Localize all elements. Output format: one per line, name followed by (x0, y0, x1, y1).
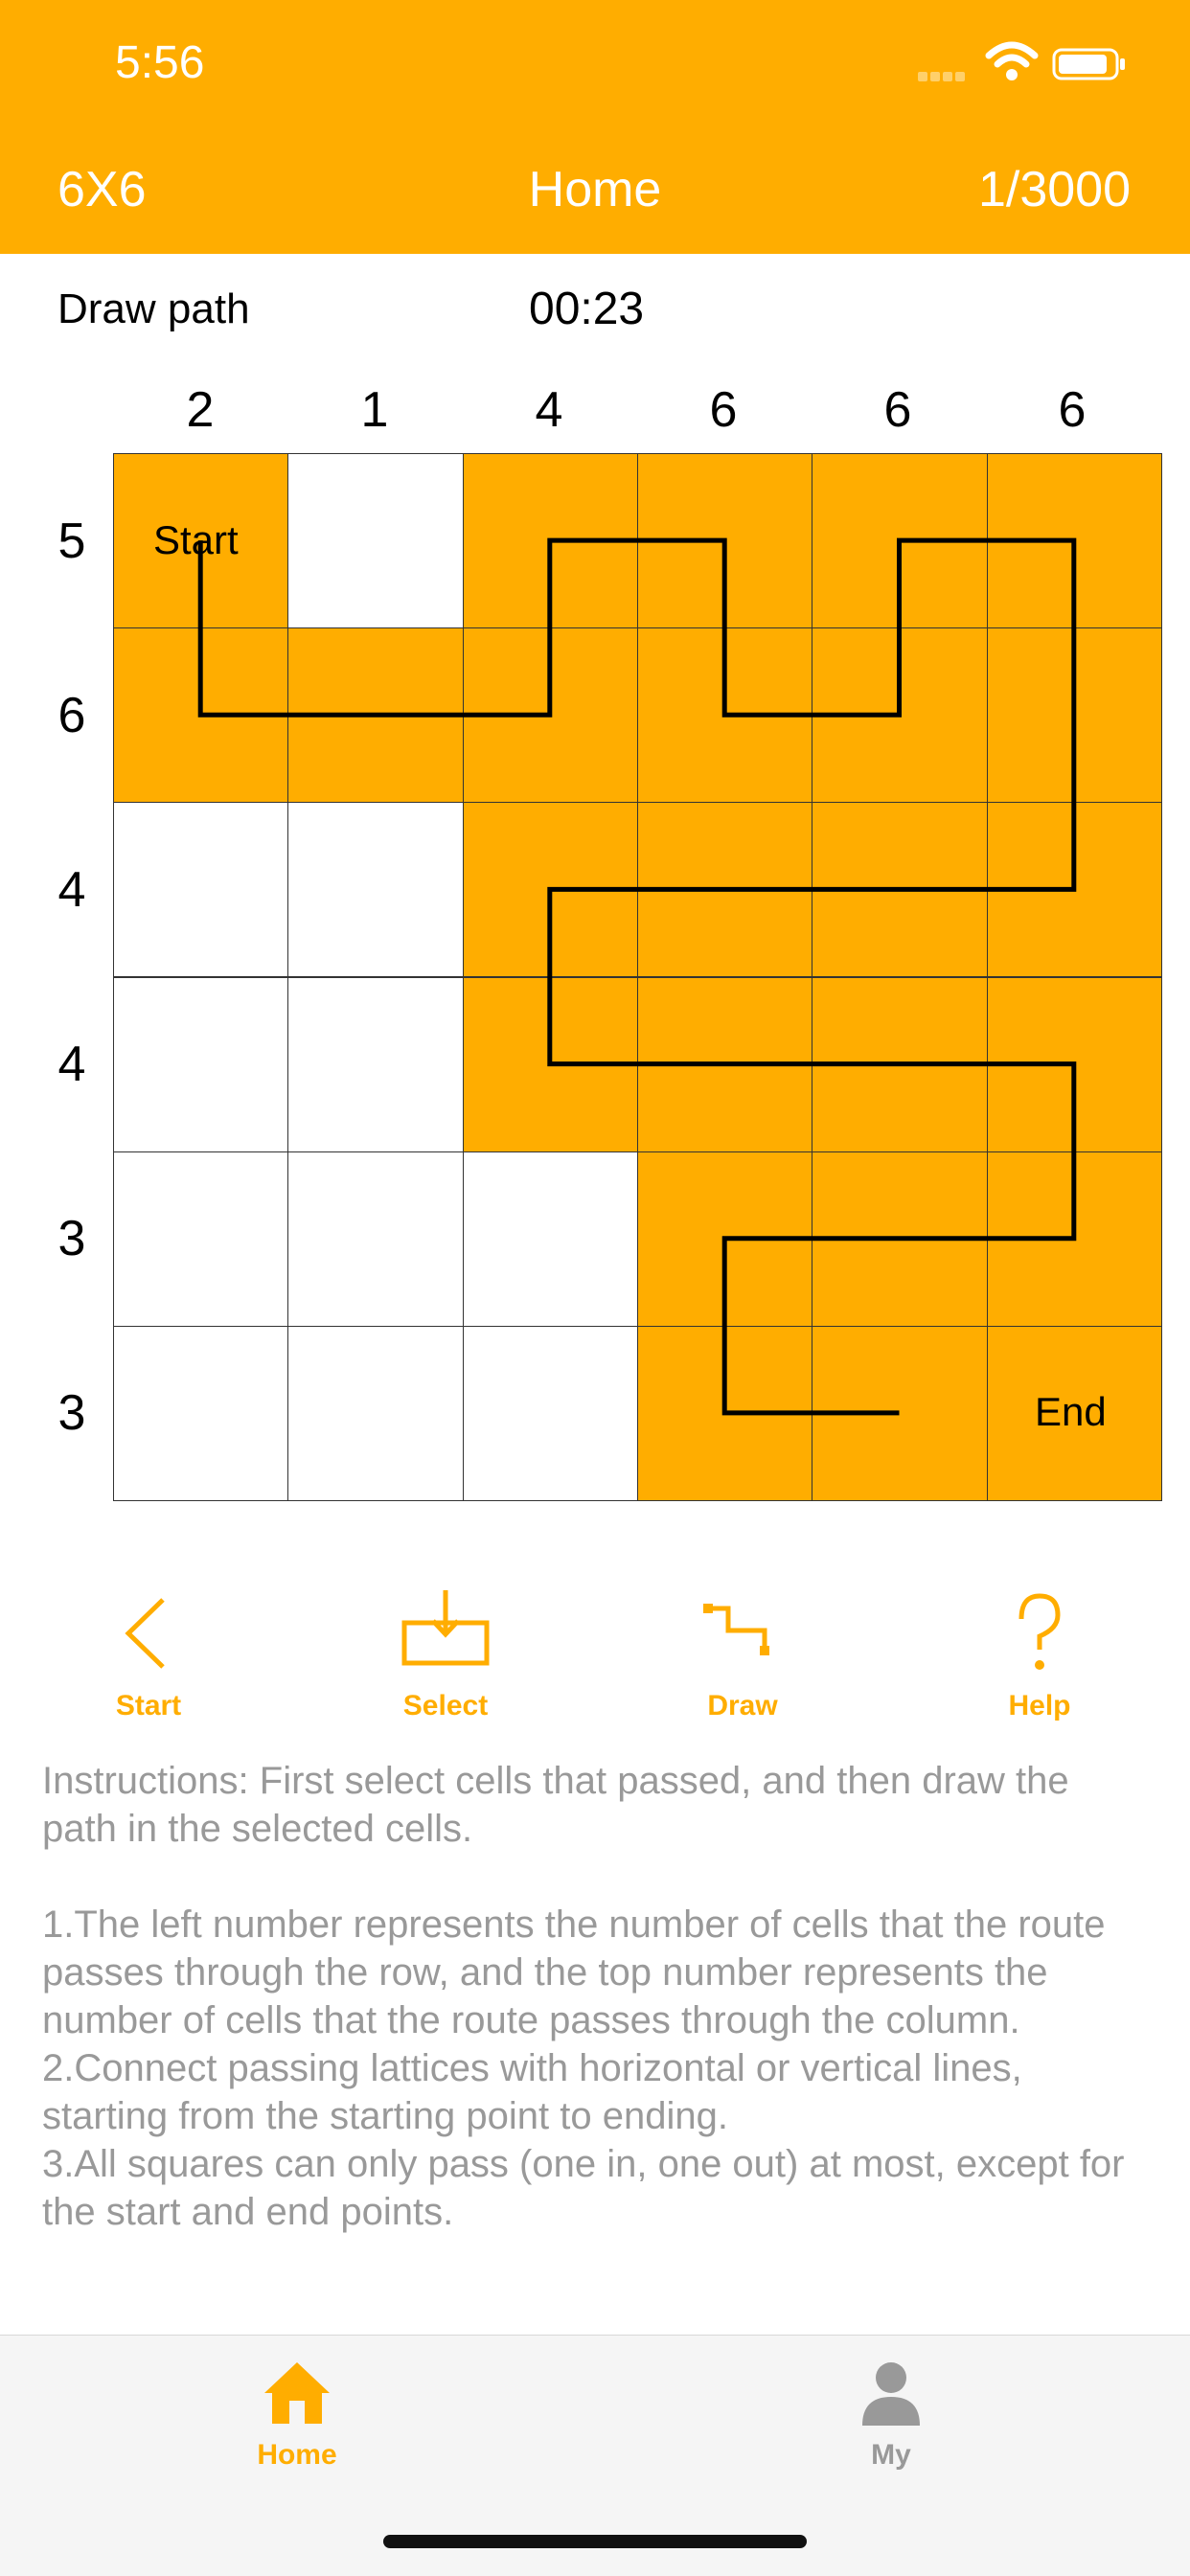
instructions-text: Instructions: First select cells that pa… (42, 1760, 1125, 2233)
chevron-left-icon (125, 1598, 165, 1669)
tab-home-label: Home (257, 2439, 337, 2471)
cellular-signal-icon (918, 69, 972, 81)
user-icon (862, 2362, 920, 2426)
row-clue: 5 (57, 513, 86, 569)
help-question-icon (1018, 1593, 1061, 1670)
column-clue: 2 (186, 382, 215, 438)
home-icon (264, 2362, 330, 2424)
tab-my-label: My (871, 2439, 911, 2471)
battery-icon (1052, 48, 1125, 80)
end-label: End (1035, 1389, 1107, 1434)
start-label: Start (153, 517, 239, 562)
row-clue: 4 (57, 862, 86, 918)
column-clue: 6 (709, 382, 738, 438)
timer: 00:23 (529, 284, 645, 334)
row-clue: 6 (57, 688, 86, 743)
wifi-icon (985, 41, 1039, 80)
mode-label: Draw path (57, 285, 250, 332)
draw-button[interactable]: Draw (656, 1581, 829, 1722)
help-button[interactable]: Help (953, 1581, 1126, 1722)
draw-button-label: Draw (707, 1690, 778, 1721)
column-clue: 1 (360, 382, 389, 438)
select-button[interactable]: Select (359, 1581, 532, 1722)
draw-path-icon (703, 1604, 769, 1655)
drawn-path (197, 537, 1077, 1416)
column-clue: 6 (1058, 382, 1087, 438)
tab-home[interactable]: Home (201, 2355, 393, 2472)
start-button-label: Start (115, 1690, 182, 1721)
column-clue: 6 (883, 382, 912, 438)
row-clue: 3 (57, 1385, 86, 1441)
tab-my[interactable]: My (795, 2355, 987, 2472)
help-button-label: Help (1008, 1690, 1071, 1721)
puzzle-grid[interactable] (113, 453, 1162, 1501)
column-clue: 4 (535, 382, 563, 438)
start-button[interactable]: Start (62, 1581, 235, 1722)
level-counter[interactable]: 1/3000 (978, 161, 1131, 218)
row-clue: 4 (57, 1037, 86, 1092)
row-clue: 3 (57, 1211, 86, 1266)
select-button-label: Select (402, 1690, 489, 1721)
header-bar: 5:56 6X6 Home 1/3000 (0, 0, 1190, 254)
select-tray-icon (401, 1590, 490, 1666)
status-time: 5:56 (115, 37, 205, 88)
path-line (197, 537, 1077, 1416)
home-indicator (383, 2535, 807, 2548)
